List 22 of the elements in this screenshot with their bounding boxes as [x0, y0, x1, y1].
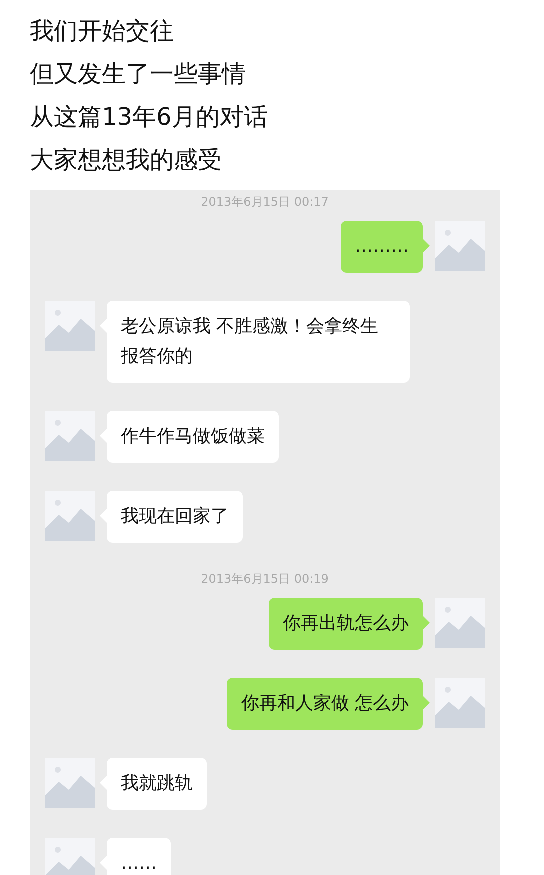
- message-bubble: 你再出轨怎么办: [269, 598, 423, 650]
- image-placeholder-icon: [45, 301, 95, 351]
- message-bubble: 我就跳轨: [107, 758, 207, 810]
- message-bubble: ………: [341, 221, 423, 273]
- caption-line: 大家想想我的感受: [30, 145, 223, 176]
- message-bubble: 我现在回家了: [107, 491, 243, 543]
- caption-line: 但又发生了一些事情: [30, 59, 247, 90]
- timestamp: 2013年6月15日 00:19: [200, 571, 330, 588]
- image-placeholder-icon: [45, 491, 95, 541]
- message-bubble: ……: [107, 838, 171, 875]
- image-placeholder-icon: [45, 758, 95, 808]
- image-placeholder-icon: [435, 598, 485, 648]
- timestamp: 2013年6月15日 00:17: [200, 194, 330, 211]
- message-bubble: 作牛作马做饭做菜: [107, 411, 279, 463]
- image-placeholder-icon: [435, 221, 485, 271]
- image-placeholder-icon: [45, 411, 95, 461]
- caption-line: 我们开始交往: [30, 16, 175, 47]
- image-placeholder-icon: [45, 838, 95, 875]
- caption-line: 从这篇13年6月的对话: [30, 102, 269, 133]
- image-placeholder-icon: [435, 678, 485, 728]
- message-bubble: 老公原谅我 不胜感激！会拿终生报答你的: [107, 301, 410, 383]
- message-bubble: 你再和人家做 怎么办: [227, 678, 423, 730]
